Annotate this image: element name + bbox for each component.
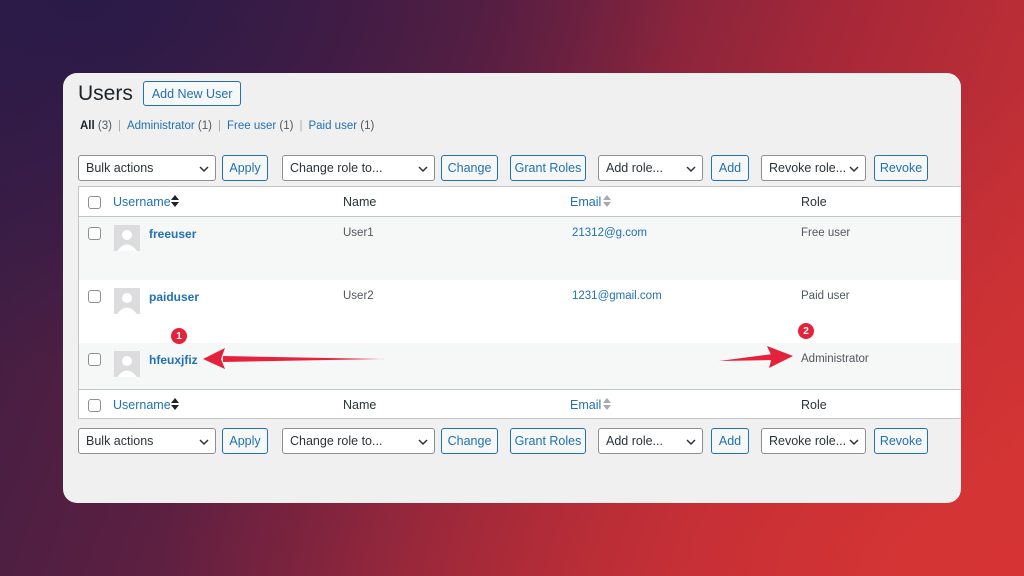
- column-role: Role: [801, 195, 827, 209]
- add-new-user-button[interactable]: Add New User: [142, 81, 242, 106]
- sort-arrows-icon[interactable]: [603, 195, 611, 207]
- tablenav-top: Bulk actions Apply Change role to... Cha…: [78, 155, 948, 181]
- change-role-select[interactable]: Change role to...: [282, 428, 435, 454]
- annotation-arrow-right-icon: [719, 346, 793, 368]
- table-row: paiduser User2 1231@gmail.com Paid user: [79, 280, 961, 343]
- add-role-label: Add role...: [606, 161, 663, 175]
- chevron-down-icon: [199, 439, 209, 446]
- row-checkbox[interactable]: [88, 353, 101, 366]
- apply-button[interactable]: Apply: [222, 428, 268, 454]
- avatar: [114, 351, 140, 377]
- add-role-label: Add role...: [606, 434, 663, 448]
- users-table: Username Name Email Role freeuser User1 …: [78, 186, 961, 419]
- grant-roles-button[interactable]: Grant Roles: [510, 155, 586, 181]
- role-filter-links: All (3) | Administrator (1) | Free user …: [80, 120, 374, 132]
- tablenav-bottom: Bulk actions Apply Change role to... Cha…: [78, 428, 948, 454]
- table-footer-row: Username Name Email Role: [79, 389, 961, 419]
- revoke-role-label: Revoke role...: [769, 161, 847, 175]
- column-email[interactable]: Email: [570, 398, 601, 412]
- page-header: Users Add New User: [78, 81, 242, 106]
- sort-arrows-icon[interactable]: [171, 195, 179, 207]
- chevron-down-icon: [849, 439, 859, 446]
- revoke-button[interactable]: Revoke: [874, 428, 928, 454]
- row-checkbox[interactable]: [88, 227, 101, 240]
- filter-separator: |: [299, 120, 303, 132]
- bulk-actions-label: Bulk actions: [86, 161, 154, 175]
- filter-administrator[interactable]: Administrator (1): [127, 120, 212, 132]
- change-role-select[interactable]: Change role to...: [282, 155, 435, 181]
- apply-button[interactable]: Apply: [222, 155, 268, 181]
- filter-all[interactable]: All (3): [80, 120, 112, 132]
- email-link[interactable]: 21312@g.com: [572, 227, 647, 239]
- users-panel: Users Add New User All (3) | Administrat…: [63, 73, 961, 503]
- annotation-badge-1: 1: [171, 328, 187, 344]
- table-header-row: Username Name Email Role: [79, 187, 961, 217]
- role-cell: Paid user: [801, 290, 850, 302]
- bulk-actions-select[interactable]: Bulk actions: [78, 428, 216, 454]
- filter-paid-user[interactable]: Paid user (1): [308, 120, 374, 132]
- username-link[interactable]: freeuser: [149, 227, 196, 241]
- change-button[interactable]: Change: [441, 155, 498, 181]
- select-all-checkbox[interactable]: [88, 399, 101, 412]
- name-cell: User1: [343, 227, 374, 239]
- role-cell: Administrator: [801, 353, 869, 365]
- filter-separator: |: [217, 120, 221, 132]
- revoke-button[interactable]: Revoke: [874, 155, 928, 181]
- chevron-down-icon: [418, 439, 428, 446]
- column-name: Name: [343, 398, 377, 412]
- revoke-role-select[interactable]: Revoke role...: [761, 428, 866, 454]
- add-button[interactable]: Add: [711, 428, 749, 454]
- column-name: Name: [343, 195, 377, 209]
- chevron-down-icon: [686, 166, 696, 173]
- grant-roles-button[interactable]: Grant Roles: [510, 428, 586, 454]
- sort-arrows-icon[interactable]: [603, 398, 611, 410]
- revoke-role-select[interactable]: Revoke role...: [761, 155, 866, 181]
- table-row: freeuser User1 21312@g.com Free user: [79, 217, 961, 280]
- role-cell: Free user: [801, 227, 851, 239]
- chevron-down-icon: [686, 439, 696, 446]
- column-username[interactable]: Username: [113, 398, 171, 412]
- sort-arrows-icon[interactable]: [171, 398, 179, 410]
- select-all-checkbox[interactable]: [88, 196, 101, 209]
- bulk-actions-label: Bulk actions: [86, 434, 154, 448]
- chevron-down-icon: [849, 166, 859, 173]
- filter-free-user[interactable]: Free user (1): [227, 120, 293, 132]
- column-role: Role: [801, 398, 827, 412]
- add-role-select[interactable]: Add role...: [598, 155, 703, 181]
- row-checkbox[interactable]: [88, 290, 101, 303]
- page-title: Users: [78, 81, 133, 105]
- avatar: [114, 288, 140, 314]
- filter-separator: |: [117, 120, 121, 132]
- username-link[interactable]: hfeuxjfiz: [149, 353, 198, 367]
- name-cell: User2: [343, 290, 374, 302]
- chevron-down-icon: [418, 166, 428, 173]
- column-email[interactable]: Email: [570, 195, 601, 209]
- change-role-label: Change role to...: [290, 434, 383, 448]
- add-button[interactable]: Add: [711, 155, 749, 181]
- avatar: [114, 225, 140, 251]
- email-link[interactable]: 1231@gmail.com: [572, 290, 662, 302]
- bulk-actions-select[interactable]: Bulk actions: [78, 155, 216, 181]
- annotation-badge-2: 2: [798, 323, 814, 339]
- annotation-arrow-left-icon: [203, 348, 385, 369]
- column-username[interactable]: Username: [113, 195, 171, 209]
- revoke-role-label: Revoke role...: [769, 434, 847, 448]
- change-button[interactable]: Change: [441, 428, 498, 454]
- change-role-label: Change role to...: [290, 161, 383, 175]
- add-role-select[interactable]: Add role...: [598, 428, 703, 454]
- chevron-down-icon: [199, 166, 209, 173]
- username-link[interactable]: paiduser: [149, 290, 199, 304]
